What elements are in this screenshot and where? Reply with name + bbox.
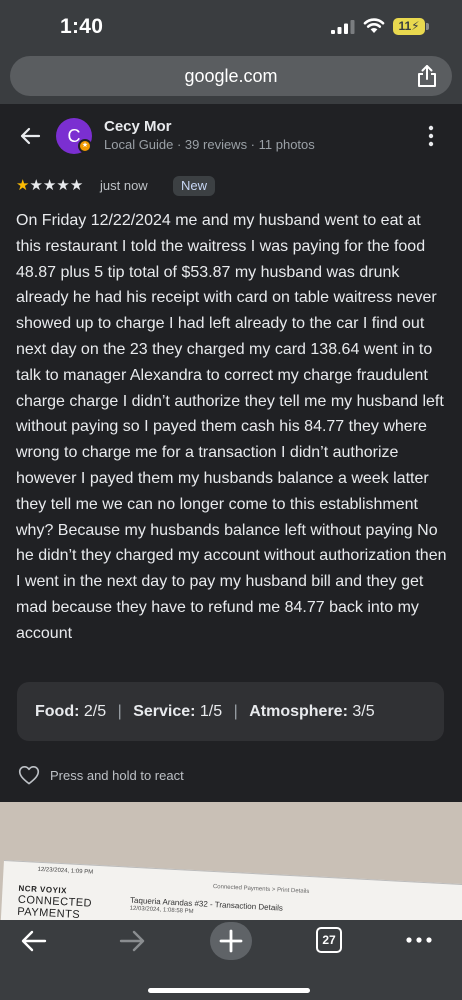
divider: | [233, 703, 238, 720]
status-bar: 1:40 11⚡ [0, 0, 462, 52]
browser-header: google.com [0, 52, 462, 104]
react-button[interactable]: Press and hold to react [18, 764, 318, 788]
new-tab-icon[interactable] [210, 922, 252, 960]
wifi-icon [363, 18, 385, 33]
star-empty-icon: ★ [56, 177, 70, 194]
review-photo[interactable]: 12/23/2024, 1:09 PM Connected Payments >… [0, 802, 462, 920]
react-hint: Press and hold to react [50, 768, 184, 783]
receipt-breadcrumb: Connected Payments > Print Details [212, 883, 310, 896]
service-value: 1/5 [199, 703, 223, 720]
review-page: C ★ Cecy Mor Local Guide · 39 reviews · … [0, 104, 462, 920]
star-empty-icon: ★ [29, 177, 43, 194]
review-text: On Friday 12/22/2024 me and my husband w… [16, 212, 447, 642]
browser-toolbar: 27 [0, 920, 462, 1000]
address-bar[interactable]: google.com [10, 56, 452, 96]
more-options-icon[interactable] [424, 124, 438, 148]
divider: | [117, 703, 122, 720]
star-filled-icon: ★ [16, 177, 30, 194]
local-guide-badge-icon: ★ [78, 139, 92, 153]
star-empty-icon: ★ [42, 177, 57, 194]
home-indicator[interactable] [148, 988, 310, 993]
rating-row: ★★★★★ just now New [16, 176, 456, 198]
address-text[interactable]: google.com [10, 66, 452, 87]
back-arrow-icon[interactable] [18, 124, 42, 148]
battery-cap [426, 23, 429, 30]
star-empty-icon: ★ [69, 177, 84, 194]
food-value: 2/5 [83, 703, 107, 720]
score-summary: Food: 2/5 | Service: 1/5 | Atmosphere: 3… [17, 682, 444, 741]
receipt-image: 12/23/2024, 1:09 PM Connected Payments >… [0, 860, 462, 920]
receipt-date: 12/23/2024, 1:09 PM [37, 866, 94, 876]
atmosphere-value: 3/5 [352, 703, 375, 720]
receipt-logo-text: CONNECTED PAYMENTS [17, 894, 92, 920]
status-time: 1:40 [60, 15, 104, 38]
atmosphere-label: Atmosphere: [249, 703, 348, 720]
star-rating: ★★★★★ [16, 176, 83, 196]
service-label: Service: [133, 703, 196, 720]
battery-level: 11 [398, 19, 412, 33]
back-icon[interactable] [20, 928, 48, 954]
forward-icon[interactable] [118, 928, 146, 954]
tabs-icon[interactable]: 27 [316, 927, 342, 953]
battery-icon: 11⚡ [393, 18, 425, 35]
new-tab-button[interactable] [210, 922, 252, 960]
reviewer-meta: Local Guide · 39 reviews · 11 photos [104, 137, 315, 152]
share-icon[interactable] [416, 64, 438, 88]
reviewer-name[interactable]: Cecy Mor [104, 118, 172, 135]
food-label: Food: [35, 703, 80, 720]
new-badge: New [173, 176, 216, 196]
signal-icon [331, 20, 355, 34]
heart-icon[interactable] [18, 765, 40, 785]
review-time: just now [100, 178, 148, 193]
more-icon[interactable] [405, 932, 433, 948]
